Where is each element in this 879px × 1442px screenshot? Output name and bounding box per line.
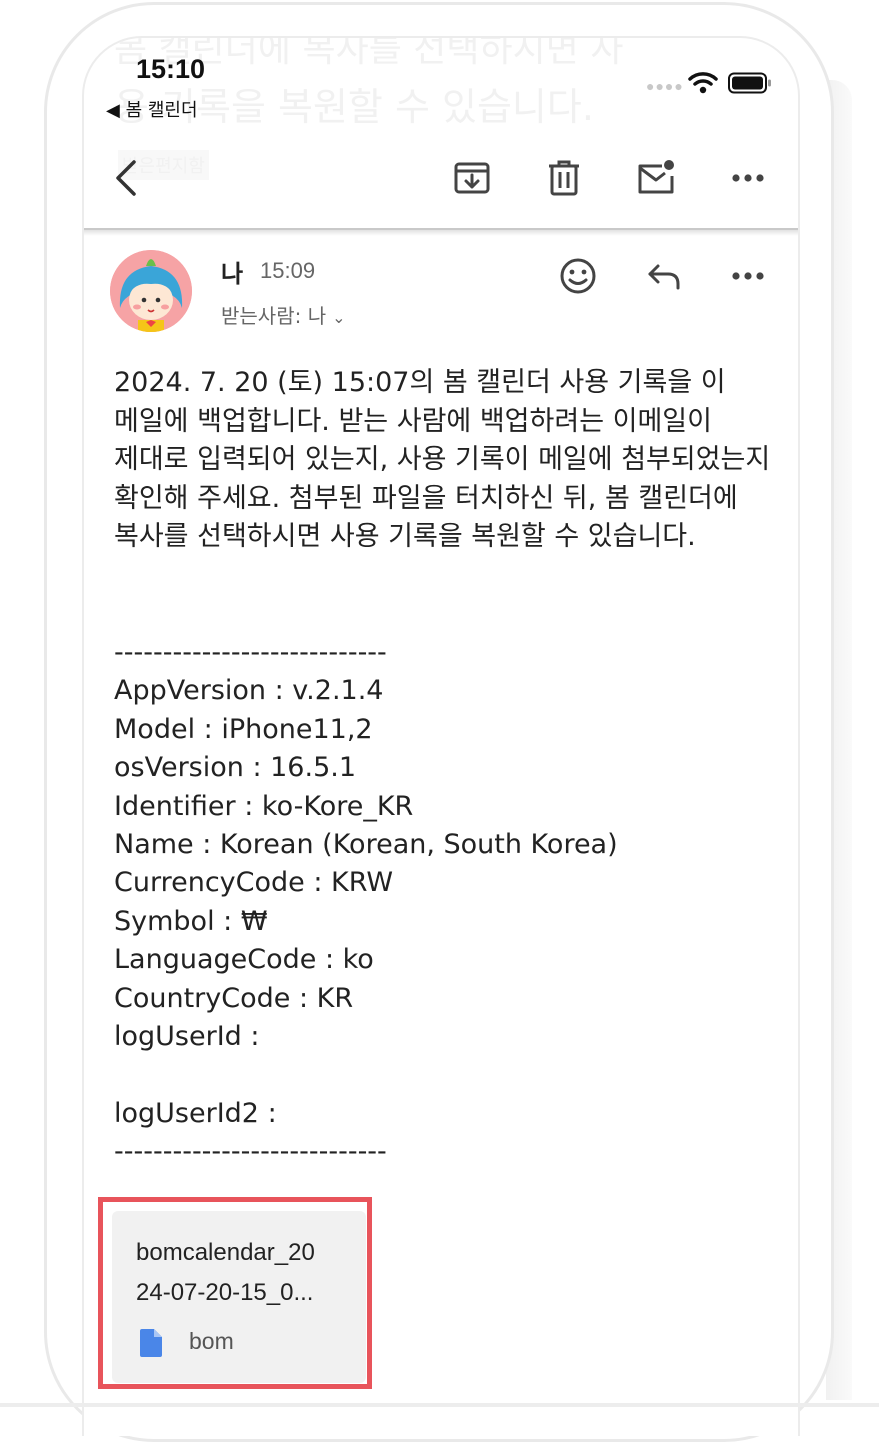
wifi-icon: [688, 72, 718, 94]
chevron-down-icon: ⌄: [332, 308, 346, 327]
message-more-icon[interactable]: [728, 256, 768, 296]
info-line: ----------------------------: [114, 637, 387, 668]
attachment-type: bom: [189, 1328, 234, 1354]
battery-icon: [728, 72, 771, 94]
bottom-divider: [0, 1403, 879, 1407]
info-line: LanguageCode : ko: [114, 944, 374, 976]
emoji-reaction-icon[interactable]: [558, 256, 598, 296]
avatar-illustration: [110, 250, 192, 332]
app-info-block: ---------------------------- AppVersion :…: [114, 634, 774, 1171]
info-line: Name : Korean (Korean, South Korea): [114, 828, 618, 860]
mark-unread-icon[interactable]: [636, 158, 676, 198]
attachment-name-line1: bomcalendar_20: [136, 1239, 315, 1266]
info-line: logUserId :: [114, 1020, 260, 1052]
file-icon: [140, 1329, 162, 1357]
attachment-name-line2: 24-07-20-15_0...: [136, 1279, 314, 1306]
trash-icon[interactable]: [544, 158, 584, 198]
sender-avatar[interactable]: [110, 250, 192, 332]
info-line: osVersion : 16.5.1: [114, 752, 357, 784]
info-line: [114, 1056, 774, 1094]
recipient-label: 받는사람: 나: [221, 304, 327, 328]
info-line: ----------------------------: [114, 1136, 387, 1168]
cellular-signal-icon: ●●●●: [646, 78, 684, 94]
info-line: Model : iPhone11,2: [114, 713, 373, 745]
info-line: Symbol : ₩: [114, 905, 268, 937]
message-body: 2024. 7. 20 (토) 15:07의 봄 캘린더 사용 기록을 이 메일…: [114, 367, 771, 552]
chevron-left-icon[interactable]: [108, 158, 148, 198]
sender-name: 나: [221, 260, 244, 288]
info-line: logUserId2 :: [114, 1097, 277, 1129]
reply-icon[interactable]: [644, 256, 684, 296]
toolbar-divider: [84, 228, 798, 230]
attachment-card[interactable]: bomcalendar_20 24-07-20-15_0... bom: [112, 1211, 366, 1383]
info-line: CountryCode : KR: [114, 982, 354, 1014]
info-line: CurrencyCode : KRW: [114, 867, 394, 899]
back-to-app-link[interactable]: ◀ 봄 캘린더: [106, 96, 198, 122]
message-time: 15:09: [260, 258, 316, 283]
status-time: 15:10: [136, 54, 206, 84]
more-horizontal-icon[interactable]: [728, 158, 768, 198]
info-line: AppVersion : v.2.1.4: [114, 675, 384, 707]
archive-icon[interactable]: [452, 158, 492, 198]
recipient-toggle[interactable]: 받는사람: 나 ⌄: [221, 300, 346, 329]
info-line: Identifier : ko-Kore_KR: [114, 790, 414, 822]
